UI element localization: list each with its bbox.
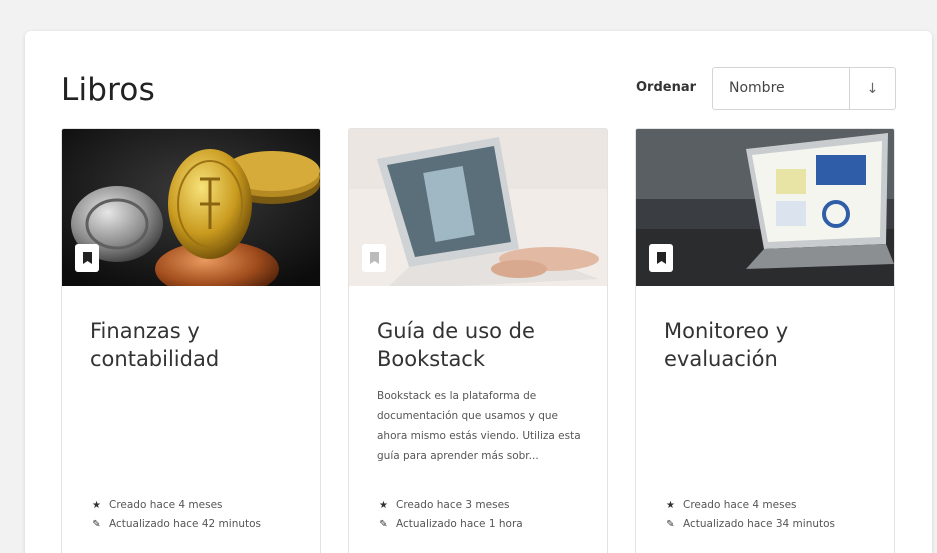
- book-cover-image: [636, 129, 894, 286]
- star-icon: ★: [379, 500, 388, 511]
- book-title[interactable]: Monitoreo y evaluación: [664, 317, 879, 373]
- book-cover-image: [349, 129, 607, 286]
- book-card-finanzas[interactable]: Finanzas y contabilidad ★ Creado hace 4 …: [61, 128, 321, 553]
- sort-direction-button[interactable]: ↓: [849, 68, 895, 109]
- book-description: Bookstack es la plataforma de documentac…: [377, 390, 581, 462]
- pencil-icon: ✎: [92, 519, 101, 530]
- book-card-monitoreo[interactable]: Monitoreo y evaluación ★ Creado hace 4 m…: [635, 128, 895, 553]
- book-cover-image: [62, 129, 320, 286]
- sort-control: Nombre ↓: [712, 67, 896, 110]
- updated-text: Actualizado hace 34 minutos: [683, 518, 836, 530]
- created-text: Creado hace 4 meses: [683, 499, 797, 511]
- created-text: Creado hace 4 meses: [109, 499, 223, 511]
- bookmark-icon: [362, 244, 386, 272]
- created-text: Creado hace 3 meses: [396, 499, 510, 511]
- arrow-down-icon: ↓: [866, 80, 879, 97]
- book-title[interactable]: Guía de uso de Bookstack: [377, 317, 592, 373]
- star-icon: ★: [666, 500, 675, 511]
- book-meta: ★ Creado hace 3 meses ✎ Actualizado hace…: [377, 496, 523, 534]
- book-meta: ★ Creado hace 4 meses ✎ Actualizado hace…: [664, 496, 835, 534]
- laptop-image: [349, 129, 607, 286]
- book-meta: ★ Creado hace 4 meses ✎ Actualizado hace…: [90, 496, 261, 534]
- bookmark-icon: [75, 244, 99, 272]
- book-title[interactable]: Finanzas y contabilidad: [90, 317, 305, 373]
- updated-text: Actualizado hace 42 minutos: [109, 518, 262, 530]
- sort-select[interactable]: Nombre: [729, 80, 785, 96]
- pencil-icon: ✎: [666, 519, 675, 530]
- updated-text: Actualizado hace 1 hora: [396, 518, 523, 530]
- page-title: Libros: [61, 72, 155, 108]
- pencil-icon: ✎: [379, 519, 388, 530]
- coins-image: [62, 129, 320, 286]
- star-icon: ★: [92, 500, 101, 511]
- dashboard-laptop-image: [636, 129, 894, 286]
- bookmark-icon: [649, 244, 673, 272]
- sort-label: Ordenar: [636, 80, 697, 95]
- book-card-guia-bookstack[interactable]: Guía de uso de Bookstack Bookstack es la…: [348, 128, 608, 553]
